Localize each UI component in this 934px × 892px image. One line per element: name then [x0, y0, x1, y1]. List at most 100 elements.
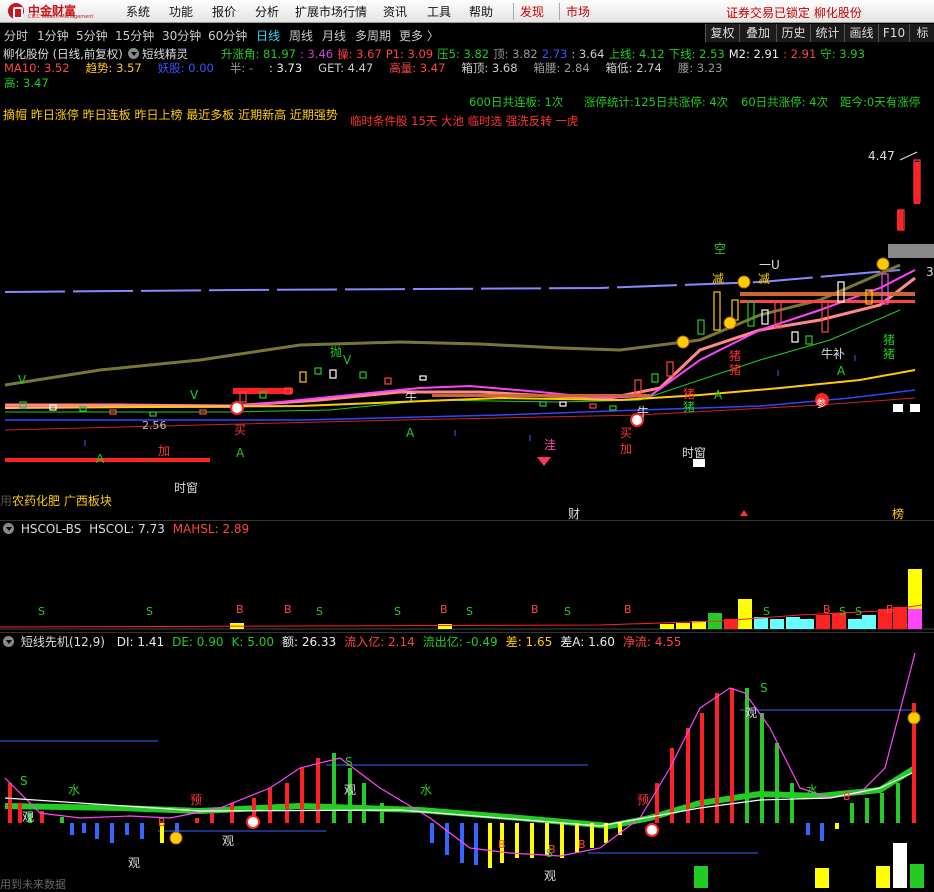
tab-period-5[interactable]: 60分钟: [208, 27, 247, 44]
tab-period-1[interactable]: 1分钟: [37, 27, 69, 44]
stat-distance: 距今:0天有涨停: [840, 95, 921, 109]
tab-history[interactable]: 历史: [776, 24, 810, 42]
indicator-value: 高量: 3.47: [389, 61, 446, 75]
flow-bar: [806, 823, 810, 835]
flow-bar: [700, 713, 704, 823]
indicator-value: 流入亿: 2.14: [344, 635, 415, 649]
indicator-value: DI: 1.41: [116, 635, 165, 649]
tab-overlay[interactable]: 叠加: [739, 24, 776, 42]
menu-market[interactable]: 市场: [559, 3, 590, 20]
menu-help[interactable]: 帮助: [469, 3, 493, 20]
mark-a-1: A: [96, 452, 105, 466]
signal-sell: S: [564, 605, 571, 618]
mark-add-2: 加: [620, 442, 633, 456]
candle: [539, 401, 547, 407]
box-line: [5, 458, 210, 462]
volume-bar: [893, 607, 907, 629]
tab-period-8[interactable]: 月线: [322, 27, 346, 44]
menu-extended-market[interactable]: 扩展市场行情: [295, 3, 367, 20]
flow-bar: [285, 783, 289, 823]
flow-bar: [865, 798, 869, 823]
flow-bar: [790, 783, 794, 823]
tab-period-10[interactable]: 更多 〉: [399, 27, 439, 44]
buy-marker-icon: [645, 823, 659, 837]
mark-jian-1: 减: [712, 272, 725, 286]
menu-news[interactable]: 资讯: [383, 3, 407, 20]
signal-sell: S: [38, 605, 45, 618]
menu-discover[interactable]: 发现: [513, 3, 544, 20]
candle: [747, 301, 755, 327]
indicator-value: 操: 3.67: [337, 47, 382, 61]
buy-marker-icon: [230, 401, 244, 415]
candle: [329, 369, 337, 379]
app-logo: 中金财富 CICC Wealth Management: [8, 2, 100, 20]
dropdown-icon[interactable]: [3, 523, 14, 534]
volume-bar: [893, 843, 907, 888]
tab-period-3[interactable]: 15分钟: [115, 27, 154, 44]
candle: [666, 361, 674, 377]
mark-a-3: A: [406, 426, 415, 440]
indicator-value: GET: 4.47: [318, 61, 374, 75]
volume-bar: [800, 619, 814, 629]
flow-bar: [210, 813, 214, 823]
menu-tools[interactable]: 工具: [427, 3, 451, 20]
signal-buy: B: [823, 603, 831, 616]
menu-analysis[interactable]: 分析: [255, 3, 279, 20]
volume-bar: [815, 868, 829, 888]
tab-period-6[interactable]: 日线: [256, 27, 280, 44]
tab-period-2[interactable]: 5分钟: [76, 27, 108, 44]
kline-chart[interactable]: [0, 130, 934, 520]
flow-bar: [850, 803, 854, 823]
signal-buy: B: [284, 603, 292, 616]
flow-bar: [590, 823, 594, 848]
short-mark-shui3: 水: [806, 783, 819, 797]
menu-system[interactable]: 系统: [126, 3, 150, 20]
tab-mark[interactable]: 标: [909, 24, 934, 42]
flow-bar: [8, 783, 12, 823]
short-mark-guan1: 观: [22, 810, 35, 824]
menu-quote[interactable]: 报价: [212, 3, 236, 20]
short-mark-yu1: 预: [190, 793, 203, 807]
volume-bar: [910, 864, 924, 888]
indicator-value: 箱腰: 2.84: [533, 61, 590, 75]
tab-stats[interactable]: 统计: [810, 24, 844, 42]
short-values: DI: 1.41 DE: 0.90 K: 5.00 额: 26.33 流入亿: 2.14…: [109, 635, 682, 649]
indicator-value: P1: 3.09: [385, 47, 434, 61]
hscol-chart[interactable]: SSBBSSBSBSBSBSSB: [0, 537, 934, 632]
candle: [559, 401, 567, 407]
short-chart[interactable]: BB B BBS: [0, 648, 934, 888]
tab-period-9[interactable]: 多周期: [355, 27, 391, 44]
hscol-value: HSCOL: 7.73: [89, 522, 165, 536]
mark-buy-1: 买: [234, 423, 247, 437]
tab-fuquan[interactable]: 复权: [705, 24, 739, 42]
flow-bar: [715, 693, 719, 823]
smile-icon: [169, 831, 183, 845]
indicator-value: 顶: 3.82: [493, 47, 538, 61]
tab-period-7[interactable]: 周线: [289, 27, 313, 44]
mark-add-1: 加: [158, 444, 171, 458]
tab-f10[interactable]: F10: [878, 24, 909, 42]
short-mark-guan4: 观: [344, 783, 357, 797]
flow-bar: [230, 803, 234, 823]
volume-bar: [754, 617, 768, 629]
mark-zhu-4: 猪: [683, 400, 696, 414]
candle: [914, 162, 920, 204]
dropdown-icon[interactable]: [3, 636, 14, 647]
flow-bar: [195, 818, 199, 823]
candle: [897, 210, 903, 230]
volume-bar: [786, 617, 800, 629]
hscol-header: HSCOL-BS HSCOL: 7.73 MAHSL: 2.89: [3, 522, 249, 536]
smile-icon: [876, 257, 890, 271]
tab-period-0[interactable]: 分时: [4, 27, 28, 44]
tab-period-4[interactable]: 30分钟: [162, 27, 201, 44]
signal-buy: B: [578, 838, 586, 851]
menu-bar: 中金财富 CICC Wealth Management 系统 功能 报价 分析 …: [0, 0, 934, 23]
candle: [589, 403, 597, 409]
signal-buy: B: [236, 603, 244, 616]
short-mark-s1: S: [20, 774, 28, 788]
future-data-note: 用到未来数据: [0, 878, 66, 891]
tab-drawline[interactable]: 画线: [844, 24, 878, 42]
flow-bar: [125, 823, 129, 835]
mark-niu-2: 牛: [637, 405, 650, 419]
menu-function[interactable]: 功能: [169, 3, 193, 20]
